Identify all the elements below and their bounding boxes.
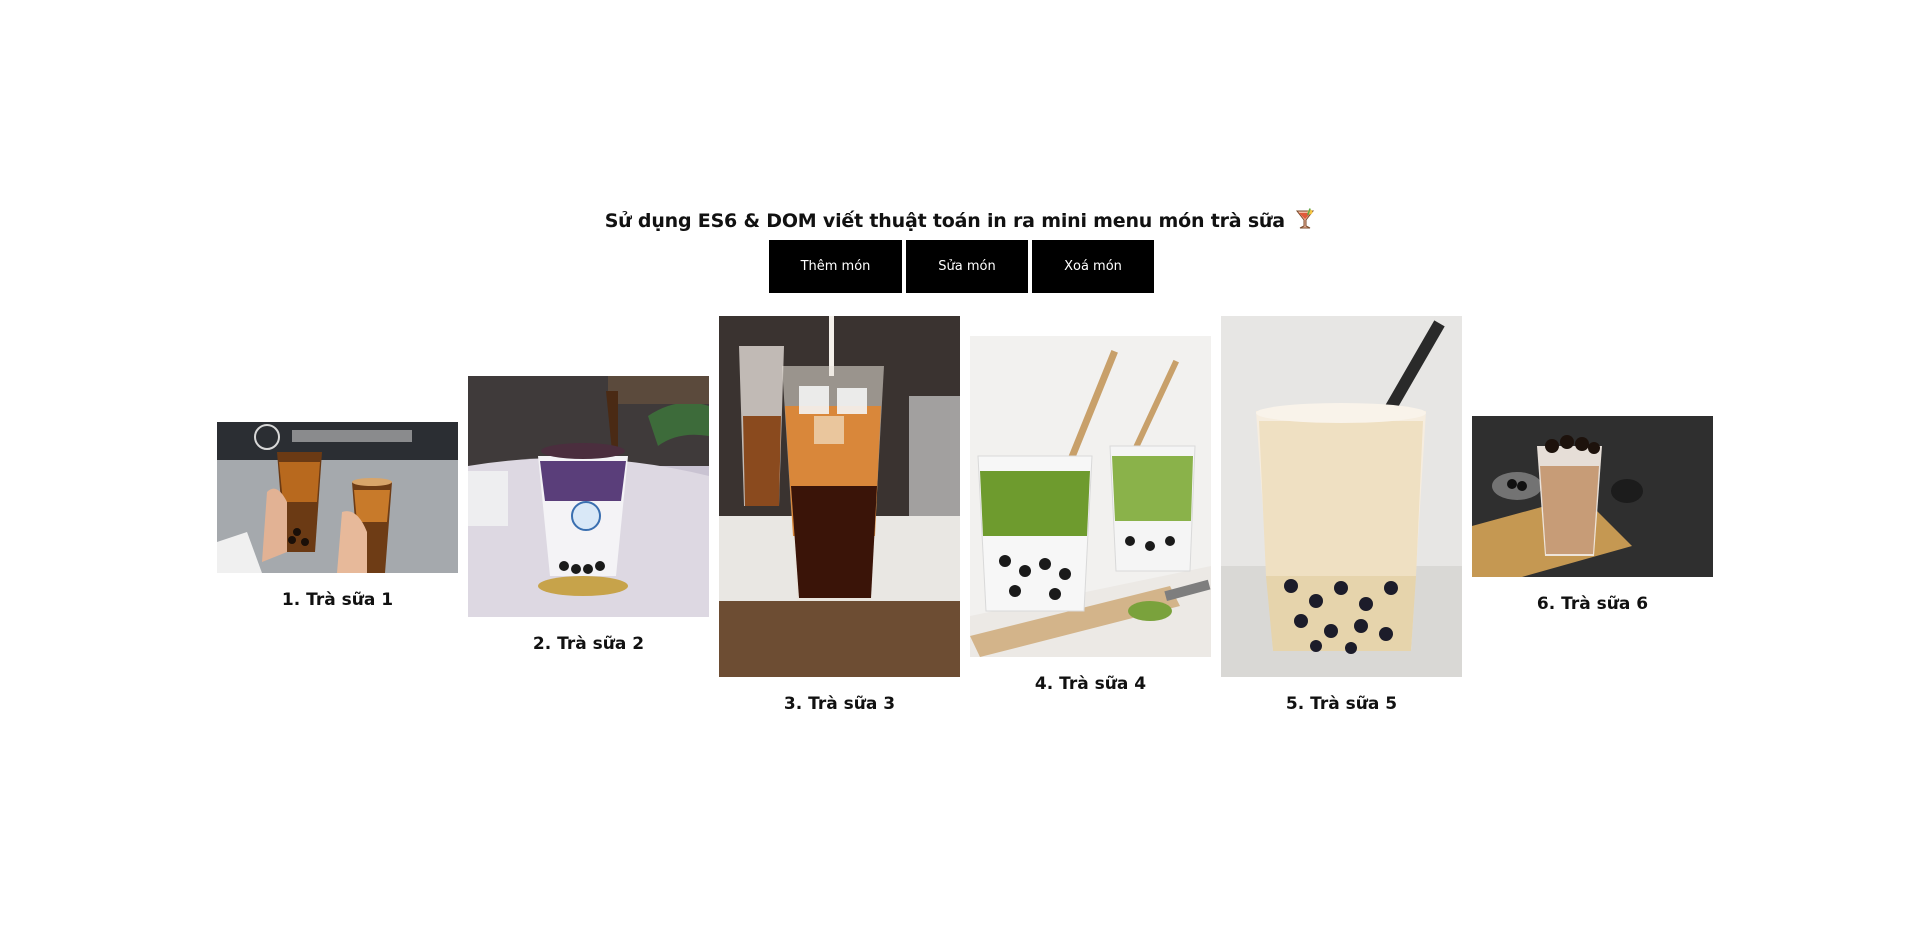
add-item-button[interactable]: Thêm món — [769, 240, 902, 293]
menu-item-image — [468, 376, 709, 617]
menu-item[interactable]: 1. Trà sữa 1 — [217, 422, 458, 610]
menu-item-image — [719, 316, 960, 677]
menu-item[interactable]: 4. Trà sữa 4 — [970, 336, 1211, 694]
menu-item-image — [970, 336, 1211, 657]
menu-item[interactable]: 6. Trà sữa 6 — [1472, 416, 1713, 614]
menu-item-label: 1. Trà sữa 1 — [281, 590, 394, 610]
page: Sử dụng ES6 & DOM viết thuật toán in ra … — [0, 0, 1920, 936]
menu-item-label: 2. Trà sữa 2 — [532, 634, 645, 654]
menu-item[interactable]: 5. Trà sữa 5 — [1221, 316, 1462, 714]
action-buttons: Thêm món Sửa món Xoá món — [769, 240, 1154, 293]
page-title: Sử dụng ES6 & DOM viết thuật toán in ra … — [0, 208, 1920, 235]
menu-item-image — [1221, 316, 1462, 677]
menu-item-label: 3. Trà sữa 3 — [783, 694, 896, 714]
menu-item-image — [217, 422, 458, 573]
menu-item-image — [1472, 416, 1713, 577]
menu-item-label: 5. Trà sữa 5 — [1285, 694, 1398, 714]
edit-item-button[interactable]: Sửa món — [906, 240, 1028, 293]
page-title-text: Sử dụng ES6 & DOM viết thuật toán in ra … — [604, 210, 1285, 232]
menu-item[interactable]: 2. Trà sữa 2 — [468, 376, 709, 654]
cocktail-glass-icon — [1295, 208, 1315, 235]
menu-item-label: 6. Trà sữa 6 — [1536, 594, 1649, 614]
menu-item-label: 4. Trà sữa 4 — [1034, 674, 1147, 694]
menu-item[interactable]: 3. Trà sữa 3 — [719, 316, 960, 714]
delete-item-button[interactable]: Xoá món — [1032, 240, 1154, 293]
